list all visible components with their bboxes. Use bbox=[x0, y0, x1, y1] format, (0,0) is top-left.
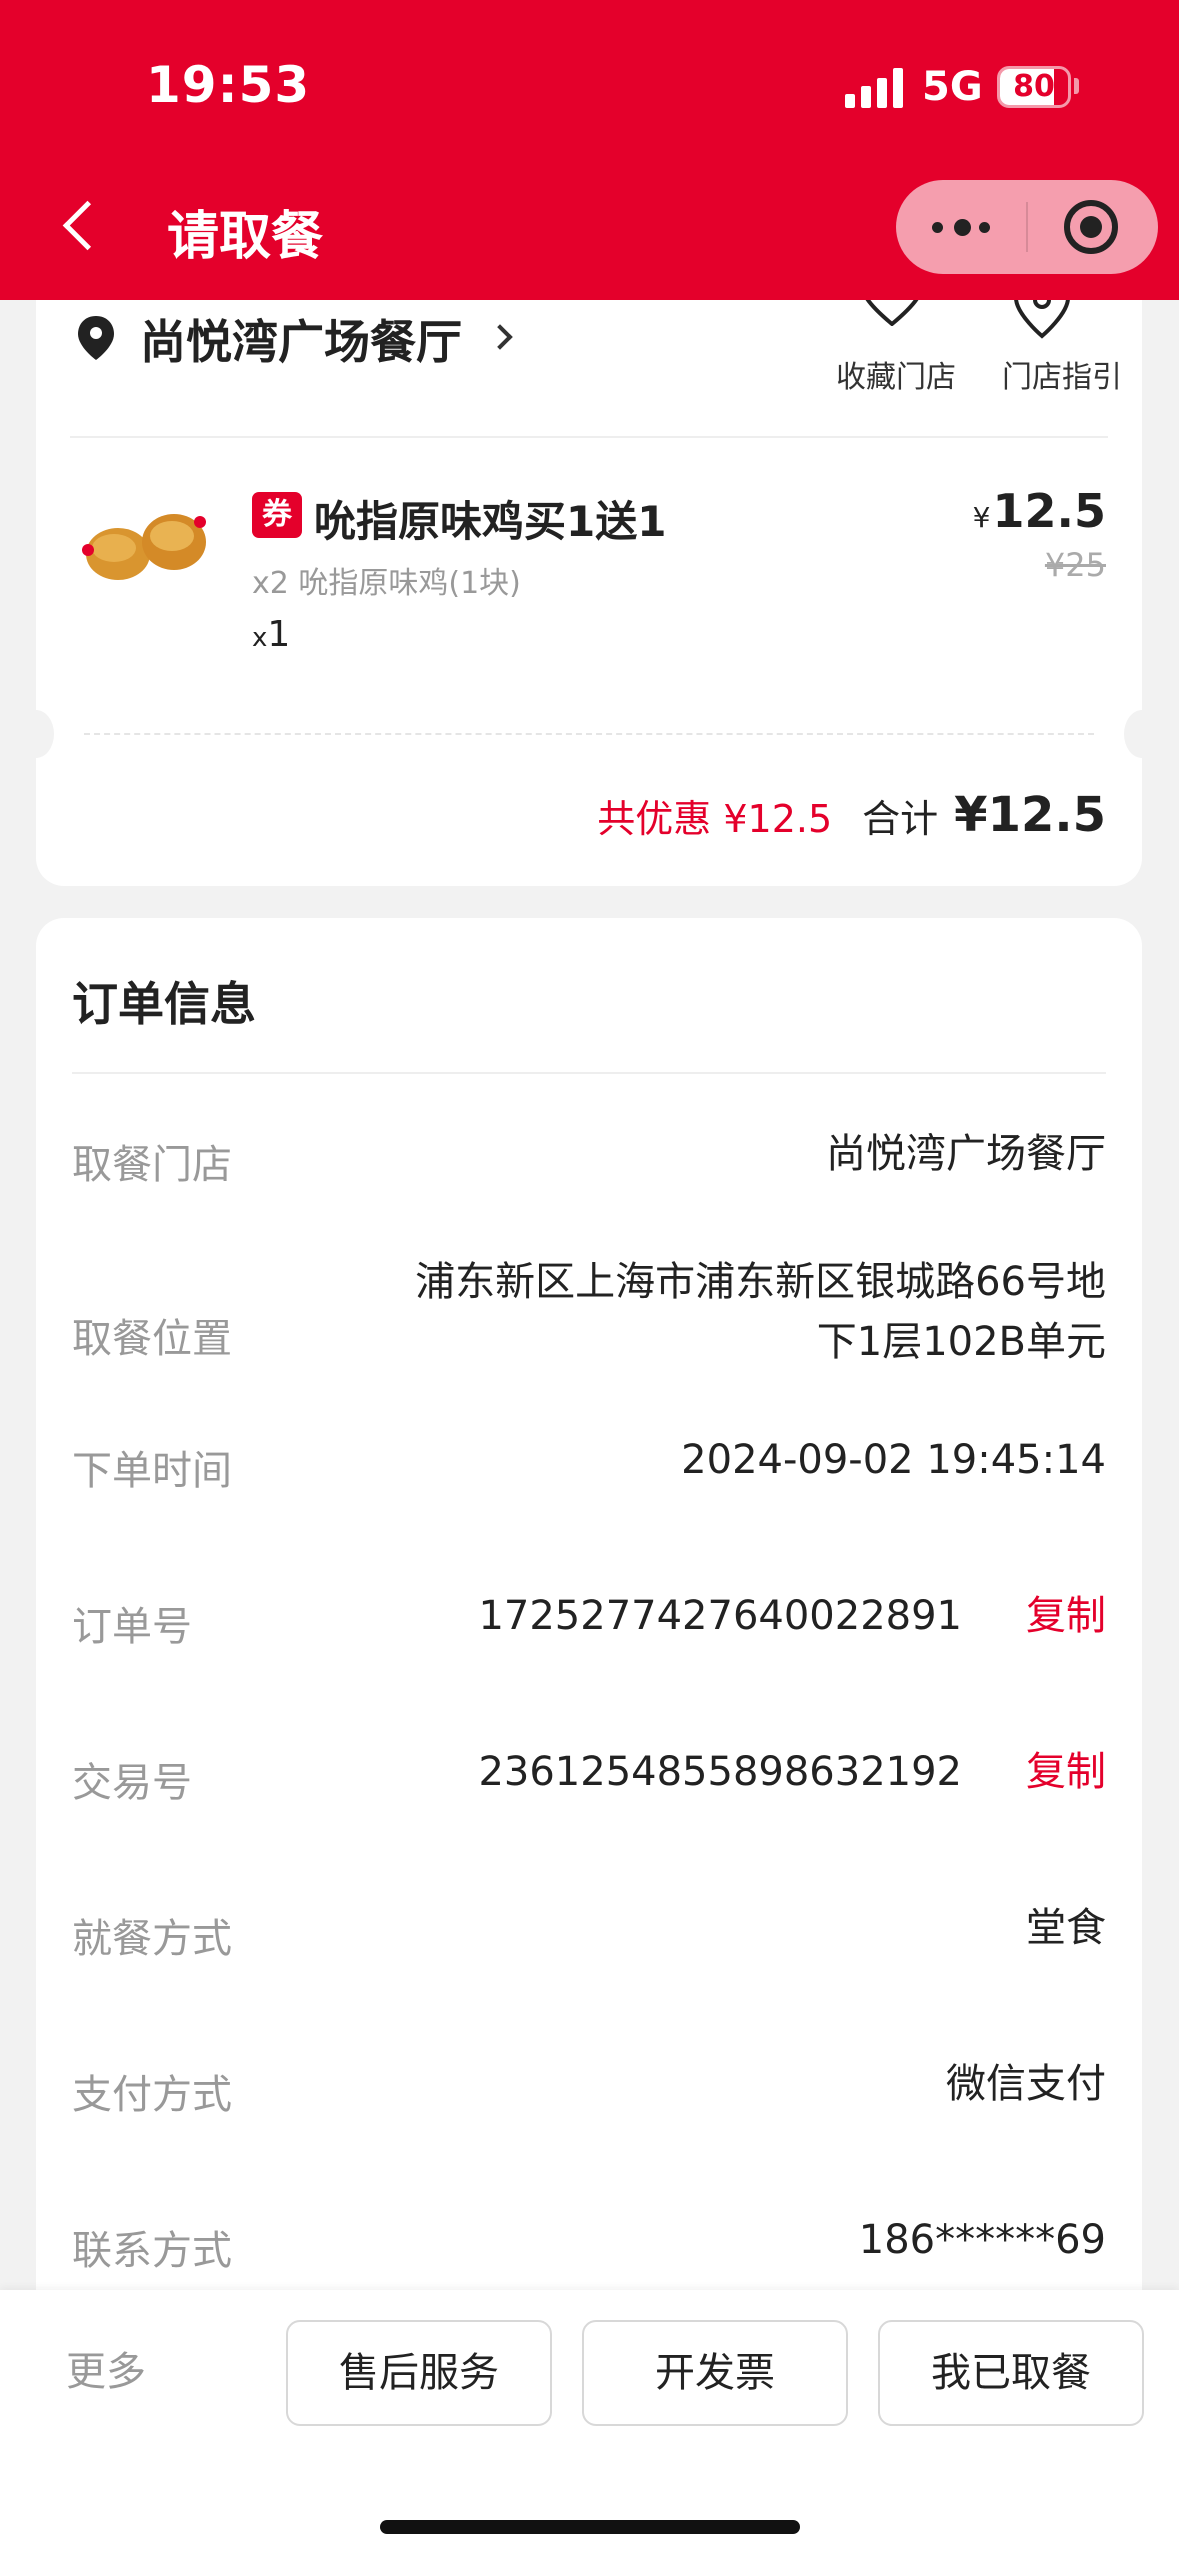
info-label: 就餐方式 bbox=[72, 1916, 232, 1962]
divider bbox=[72, 1072, 1106, 1074]
info-value: 尚悦湾广场餐厅 bbox=[826, 1131, 1106, 1177]
price-currency: ¥ bbox=[972, 501, 991, 534]
product-price: ¥12.5 bbox=[973, 484, 1106, 538]
page-title: 请取餐 bbox=[167, 207, 324, 267]
info-label: 取餐位置 bbox=[72, 1316, 232, 1362]
battery-icon: 80 bbox=[997, 66, 1071, 108]
info-label: 交易号 bbox=[72, 1760, 192, 1806]
picked-up-button[interactable]: 我已取餐 bbox=[878, 2320, 1144, 2426]
signal-icon bbox=[845, 68, 907, 108]
close-target-icon[interactable] bbox=[1064, 200, 1118, 254]
miniprogram-capsule bbox=[896, 180, 1158, 274]
product-title: 吮指原味鸡买1送1 bbox=[314, 497, 667, 546]
invoice-button[interactable]: 开发票 bbox=[582, 2320, 848, 2426]
discount-amount: 共优惠 ¥12.5 bbox=[597, 796, 833, 841]
product-quantity: x1 bbox=[252, 614, 290, 655]
qty-prefix: x bbox=[252, 623, 268, 653]
home-indicator bbox=[380, 2520, 800, 2534]
location-pin-icon bbox=[78, 316, 114, 360]
capsule-divider bbox=[1026, 202, 1028, 252]
order-info-title: 订单信息 bbox=[72, 977, 256, 1031]
divider bbox=[70, 436, 1108, 438]
original-price: ¥25 bbox=[1044, 546, 1106, 584]
app-header: 19:53 5G 80 请取餐 bbox=[0, 0, 1179, 300]
order-total-row: 共优惠 ¥12.5 合计 ¥12.5 bbox=[597, 780, 1106, 850]
bottom-action-bar: 更多 售后服务 开发票 我已取餐 bbox=[0, 2290, 1179, 2556]
total-label: 合计 bbox=[862, 796, 939, 841]
battery-level: 80 bbox=[1013, 69, 1055, 104]
info-value: 浦东新区上海市浦东新区银城路66号地下1层102B单元 bbox=[415, 1259, 1106, 1365]
product-image bbox=[82, 514, 206, 580]
chevron-right-icon[interactable] bbox=[487, 324, 513, 350]
total-amount: ¥12.5 bbox=[954, 787, 1106, 843]
copy-transaction-number-button[interactable]: 复制 bbox=[1026, 1742, 1106, 1802]
coupon-badge: 券 bbox=[252, 492, 302, 538]
battery-tip bbox=[1074, 78, 1079, 94]
dashed-divider bbox=[84, 733, 1094, 735]
info-value: 堂食 bbox=[1026, 1905, 1106, 1951]
info-label: 下单时间 bbox=[72, 1448, 232, 1494]
ticket-notch-right bbox=[1124, 710, 1160, 758]
more-dots-icon[interactable] bbox=[932, 210, 994, 244]
status-time: 19:53 bbox=[146, 56, 311, 114]
info-value: 186******69 bbox=[858, 2217, 1106, 2263]
info-label: 订单号 bbox=[72, 1604, 192, 1650]
transaction-number-value: 2361254855898632192 bbox=[478, 1749, 962, 1795]
info-value: 2024-09-02 19:45:14 bbox=[681, 1437, 1106, 1483]
qty-value: 1 bbox=[267, 614, 291, 655]
ticket-notch-left bbox=[18, 710, 54, 758]
network-type: 5G bbox=[922, 64, 983, 110]
info-label: 联系方式 bbox=[72, 2228, 232, 2274]
price-value: 12.5 bbox=[992, 484, 1107, 538]
store-name[interactable]: 尚悦湾广场餐厅 bbox=[140, 306, 462, 372]
after-sales-button[interactable]: 售后服务 bbox=[286, 2320, 552, 2426]
more-link[interactable]: 更多 bbox=[66, 2342, 146, 2402]
back-arrow-icon[interactable] bbox=[52, 190, 112, 260]
product-description: x2 吮指原味鸡(1块) bbox=[252, 566, 521, 601]
info-label: 支付方式 bbox=[72, 2072, 232, 2118]
info-value: 微信支付 bbox=[946, 2061, 1106, 2107]
order-item-card: 尚悦湾广场餐厅 收藏门店 门店指引 券 吮指原味鸡买1送1 x2 吮指原味鸡(1… bbox=[18, 240, 1160, 886]
favorite-store-label[interactable]: 收藏门店 bbox=[816, 352, 976, 396]
order-number-value: 1725277427640022891 bbox=[478, 1593, 962, 1639]
store-guide-label[interactable]: 门店指引 bbox=[982, 352, 1142, 396]
copy-order-number-button[interactable]: 复制 bbox=[1026, 1586, 1106, 1646]
info-label: 取餐门店 bbox=[72, 1142, 232, 1188]
